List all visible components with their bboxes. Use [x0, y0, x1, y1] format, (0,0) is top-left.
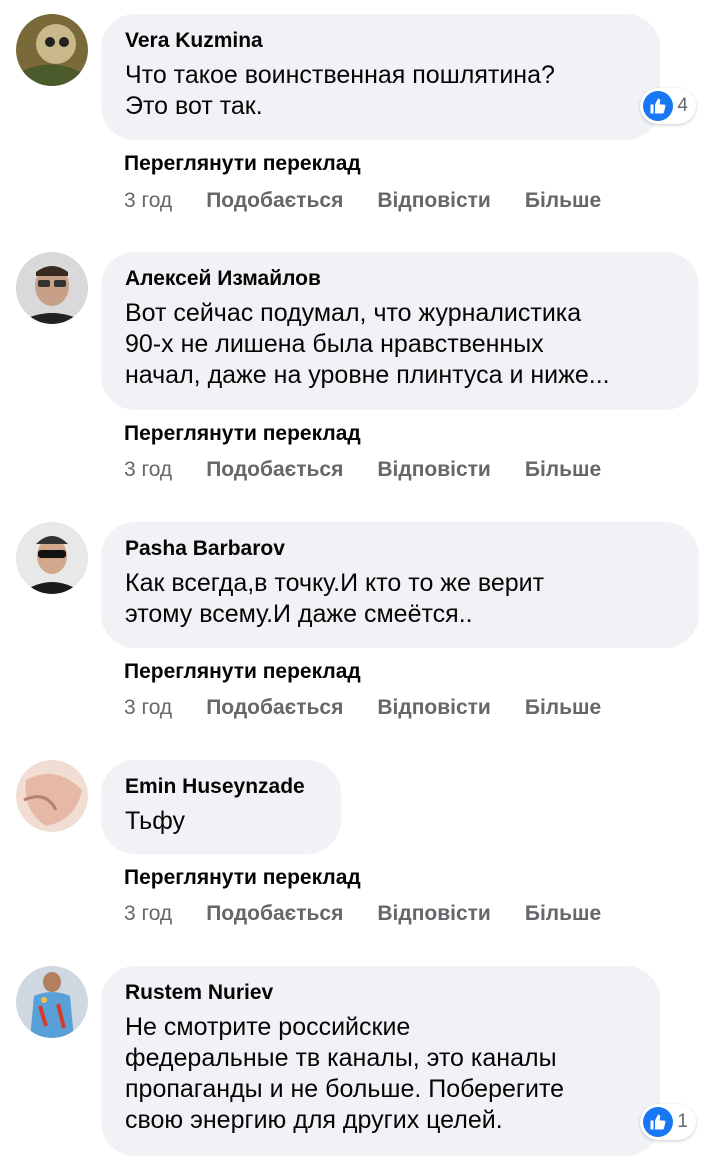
reaction-count: 4 [677, 95, 688, 116]
reply-button[interactable]: Відповісти [377, 902, 490, 926]
comment-bubble: Emin Huseynzade Тьфу [101, 760, 341, 854]
reply-button[interactable]: Відповісти [377, 696, 490, 720]
comment-bubble: Pasha Barbarov Как всегда,в точку.И кто … [101, 522, 699, 648]
like-button[interactable]: Подобається [206, 902, 343, 926]
translate-link[interactable]: Переглянути переклад [124, 866, 361, 890]
like-button[interactable]: Подобається [206, 696, 343, 720]
comment-text: Как всегда,в точку.И кто то же верит это… [125, 569, 545, 628]
avatar[interactable] [16, 522, 88, 594]
translate-link[interactable]: Переглянути переклад [124, 660, 361, 684]
translate-link[interactable]: Переглянути переклад [124, 152, 361, 176]
comment-time[interactable]: 3 год [124, 696, 172, 720]
more-button[interactable]: Більше [525, 696, 601, 720]
comment-time[interactable]: 3 год [124, 902, 172, 926]
like-button[interactable]: Подобається [206, 458, 343, 482]
comment-bubble: Rustem Nuriev Не смотрите российские фед… [101, 966, 696, 1156]
comment-actions: 3 год Подобається Відповісти Більше [124, 458, 635, 482]
reaction-badge[interactable]: 4 [640, 88, 696, 124]
reaction-count: 1 [677, 1111, 688, 1132]
like-icon [643, 91, 674, 121]
avatar[interactable] [16, 760, 88, 832]
more-button[interactable]: Більше [525, 902, 601, 926]
reaction-badge[interactable]: 1 [640, 1104, 696, 1140]
comment-actions: 3 год Подобається Відповісти Більше [124, 696, 635, 720]
comment-bubble: Алексей Измайлов Вот сейчас подумал, что… [101, 252, 699, 410]
comment-actions: 3 год Подобається Відповісти Більше [124, 189, 635, 213]
comment-time[interactable]: 3 год [124, 189, 172, 213]
avatar[interactable] [16, 966, 88, 1038]
comment-author[interactable]: Vera Kuzmina [125, 28, 638, 54]
more-button[interactable]: Більше [525, 458, 601, 482]
comment-time[interactable]: 3 год [124, 458, 172, 482]
like-icon [643, 1107, 674, 1137]
comment-bubble: Vera Kuzmina Что такое воинственная пошл… [101, 14, 696, 140]
comment-text: Не смотрите российские федеральные тв ка… [125, 1013, 565, 1134]
comment-text: Что такое воинственная пошлятина? Это во… [125, 61, 555, 120]
comment-text: Тьфу [125, 807, 185, 835]
comment-author[interactable]: Pasha Barbarov [125, 536, 677, 562]
comment-author[interactable]: Rustem Nuriev [125, 980, 638, 1006]
translate-link[interactable]: Переглянути переклад [124, 422, 361, 446]
more-button[interactable]: Більше [525, 189, 601, 213]
avatar[interactable] [16, 252, 88, 324]
avatar[interactable] [16, 14, 88, 86]
reply-button[interactable]: Відповісти [377, 458, 490, 482]
comment-text: Вот сейчас подумал, что журналистика 90-… [125, 299, 610, 389]
like-button[interactable]: Подобається [206, 189, 343, 213]
comment-actions: 3 год Подобається Відповісти Більше [124, 902, 635, 926]
comment-author[interactable]: Алексей Измайлов [125, 266, 677, 292]
reply-button[interactable]: Відповісти [377, 189, 490, 213]
comment-author[interactable]: Emin Huseynzade [125, 774, 319, 800]
